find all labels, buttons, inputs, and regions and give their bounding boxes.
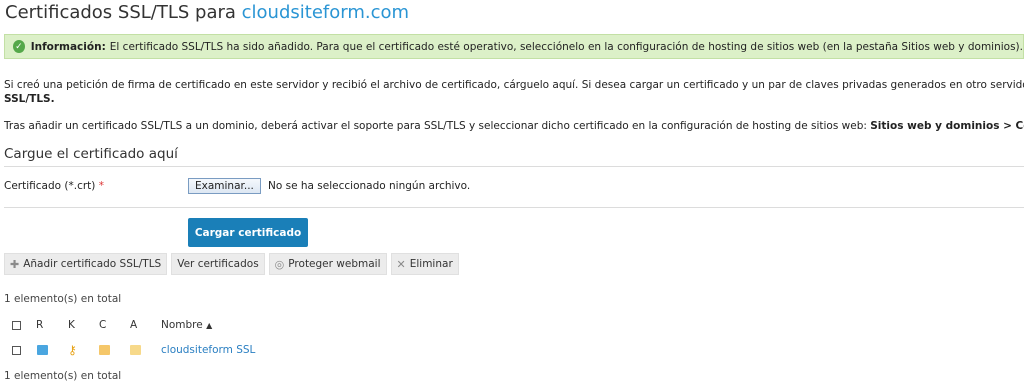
upload-certificate-button[interactable]: Cargar certificado bbox=[188, 218, 308, 247]
key-icon: ⚷ bbox=[68, 343, 77, 357]
certificate-name-link[interactable]: cloudsiteform SSL bbox=[161, 344, 255, 356]
column-header-k[interactable]: K bbox=[68, 319, 75, 331]
plus-icon: ✚ bbox=[10, 257, 20, 271]
info-alert: ✓ Información: El certificado SSL/TLS ha… bbox=[4, 34, 1024, 59]
no-file-selected-text: No se ha seleccionado ningún archivo. bbox=[268, 180, 471, 192]
column-header-a[interactable]: A bbox=[130, 319, 137, 331]
add-certificate-button[interactable]: ✚ Añadir certificado SSL/TLS bbox=[4, 253, 168, 275]
page-title: Certificados SSL/TLS para cloudsiteform.… bbox=[5, 2, 409, 23]
select-all-checkbox[interactable] bbox=[12, 321, 21, 330]
total-count-bottom: 1 elemento(s) en total bbox=[4, 370, 122, 382]
column-header-name-label: Nombre bbox=[161, 319, 203, 331]
delete-button[interactable]: ✕ Eliminar bbox=[390, 253, 459, 275]
ca-certificate-icon bbox=[130, 345, 141, 355]
delete-x-icon: ✕ bbox=[396, 257, 406, 271]
intro-p2-text: Tras añadir un certificado SSL/TLS a un … bbox=[4, 120, 871, 132]
check-circle-icon: ✓ bbox=[13, 40, 25, 53]
browse-file-button[interactable]: Examinar... bbox=[188, 178, 261, 194]
column-header-c[interactable]: C bbox=[99, 319, 106, 331]
total-count-top: 1 elemento(s) en total bbox=[4, 293, 122, 305]
certificate-label-text: Certificado (*.crt) bbox=[4, 180, 96, 192]
page-title-domain[interactable]: cloudsiteform.com bbox=[242, 2, 409, 23]
form-divider bbox=[4, 207, 1024, 208]
intro-line-2: SSL/TLS. bbox=[4, 93, 55, 105]
delete-label: Eliminar bbox=[409, 258, 453, 270]
add-certificate-label: Añadir certificado SSL/TLS bbox=[23, 258, 162, 270]
protect-webmail-label: Proteger webmail bbox=[288, 258, 381, 270]
view-certificates-label: Ver certificados bbox=[177, 258, 259, 270]
alert-label: Información: bbox=[30, 40, 106, 53]
protect-webmail-button[interactable]: ◎ Proteger webmail bbox=[268, 253, 387, 275]
column-header-r[interactable]: R bbox=[36, 319, 43, 331]
certificate-icon bbox=[99, 345, 110, 355]
required-mark: * bbox=[98, 180, 104, 192]
column-header-name[interactable]: Nombre ▲ bbox=[161, 319, 212, 331]
page-title-prefix: Certificados SSL/TLS para bbox=[5, 2, 236, 23]
section-divider bbox=[4, 166, 1024, 167]
sort-asc-icon: ▲ bbox=[206, 321, 213, 330]
intro-p2-path: Sitios web y dominios > Configu bbox=[870, 120, 1024, 132]
upload-section-title: Cargue el certificado aquí bbox=[4, 146, 178, 162]
row-checkbox[interactable] bbox=[12, 346, 21, 355]
intro-line-1: Si creó una petición de firma de certifi… bbox=[4, 79, 1024, 91]
list-toolbar: ✚ Añadir certificado SSL/TLS Ver certifi… bbox=[4, 253, 459, 275]
intro-paragraph-2: Tras añadir un certificado SSL/TLS a un … bbox=[4, 119, 1024, 133]
intro-paragraph-1: Si creó una petición de firma de certifi… bbox=[4, 78, 1024, 106]
globe-icon: ◎ bbox=[274, 257, 285, 271]
view-certificates-button[interactable]: Ver certificados bbox=[171, 253, 265, 275]
certificate-field-label: Certificado (*.crt) * bbox=[4, 180, 104, 192]
request-mail-icon bbox=[37, 345, 48, 355]
alert-text: El certificado SSL/TLS ha sido añadido. … bbox=[109, 40, 1023, 53]
page: Certificados SSL/TLS para cloudsiteform.… bbox=[0, 0, 1024, 389]
